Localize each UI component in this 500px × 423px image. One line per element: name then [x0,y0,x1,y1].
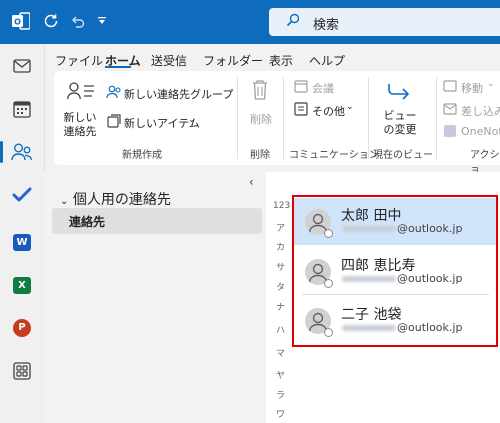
search-box[interactable]: 検索 [269,8,500,36]
powerpoint-icon[interactable]: P [13,319,31,337]
meeting-icon [294,80,308,93]
folder-group-label: 個人用の連絡先 [72,192,171,208]
onenote-button[interactable]: OneNote [461,125,500,138]
trash-icon [253,80,267,100]
change-view-button[interactable]: ビューの変更 [380,109,420,137]
tab-home-underline [105,66,131,68]
ribbon-separator [436,77,437,159]
mail-icon[interactable] [13,59,31,73]
new-contact-group-button[interactable]: 新しい連絡先グループ [124,86,233,102]
group-label-delete: 削除 [250,150,270,161]
calendar-icon[interactable] [13,100,31,118]
alpha-index-item[interactable]: ナ [276,300,285,313]
alpha-index-item[interactable]: マ [276,346,285,359]
other-button[interactable]: その他 [312,103,345,119]
search-icon [286,13,300,27]
new-contact-label: 新しい連絡先 [63,111,97,138]
alpha-index-item[interactable]: ハ [276,323,285,336]
alpha-index-item[interactable]: ヤ [276,368,285,381]
new-contact-group-icon [106,85,121,99]
alpha-index-item[interactable]: 123 [273,201,290,211]
alpha-index-item[interactable]: ア [276,221,285,234]
tab-view[interactable]: 表示 [269,52,293,69]
group-label-communication: コミュニケーション [289,150,379,161]
other-chevron-icon: ⌄ [346,102,354,112]
move-icon [443,80,457,92]
alpha-index-item[interactable]: ラ [276,388,285,401]
new-contact-button[interactable]: 新しい連絡先 [60,77,100,139]
arrow-icon [388,84,410,100]
mail-merge-icon [443,103,457,115]
app-rail: W X P [0,44,45,423]
delete-button[interactable]: 削除 [250,111,272,127]
highlight-box [292,195,498,347]
alpha-index-item[interactable]: タ [276,280,285,293]
onenote-icon [444,125,456,137]
ribbon-separator [283,77,284,159]
other-icon [294,102,308,116]
excel-icon[interactable]: X [13,277,31,294]
folder-item-contacts[interactable]: 連絡先 [69,213,105,230]
quick-access-icon[interactable] [97,16,107,26]
tab-file[interactable]: ファイル [55,52,103,69]
search-label: 検索 [313,18,340,33]
mail-merge-button[interactable]: 差し込み [461,103,500,119]
title-bar: O 検索 [0,0,500,44]
alpha-index-item[interactable]: サ [276,260,285,273]
folder-group-header[interactable]: ⌄ 個人用の連絡先 [60,189,171,209]
tab-send-receive[interactable]: 送受信 [151,52,187,69]
svg-text:O: O [14,18,21,27]
new-items-chevron-icon: ⌄ [188,115,196,125]
alpha-index-item[interactable]: カ [276,240,285,253]
chevron-down-icon: ⌄ [60,196,69,207]
alpha-index-item[interactable]: ワ [276,407,285,420]
word-icon[interactable]: W [13,234,31,251]
undo-icon[interactable] [70,13,86,29]
group-label-new: 新規作成 [122,150,162,161]
people-icon[interactable] [11,142,33,162]
outlook-logo-icon[interactable]: O [12,12,30,30]
ribbon: 新しい連絡先 新しい連絡先グループ 新しいアイテム ⌄ 新規作成 削除 削除 会… [54,71,500,176]
todo-icon[interactable] [12,187,32,203]
move-button[interactable]: 移動 [461,80,483,96]
contact-card-icon [67,82,94,100]
ribbon-separator [368,77,369,159]
apps-icon[interactable] [13,362,31,380]
collapse-pane-chevron-icon[interactable]: ‹ [249,175,254,189]
new-items-icon [107,114,121,128]
people-selected-indicator [0,141,3,163]
tab-folder[interactable]: フォルダー [203,52,263,69]
tab-help[interactable]: ヘルプ [309,52,345,69]
ribbon-separator [237,77,238,159]
sync-icon[interactable] [42,12,60,30]
move-chevron-icon: ⌄ [487,79,495,89]
meeting-button[interactable]: 会議 [312,80,334,96]
group-label-current-view: 現在のビュー [373,150,433,161]
